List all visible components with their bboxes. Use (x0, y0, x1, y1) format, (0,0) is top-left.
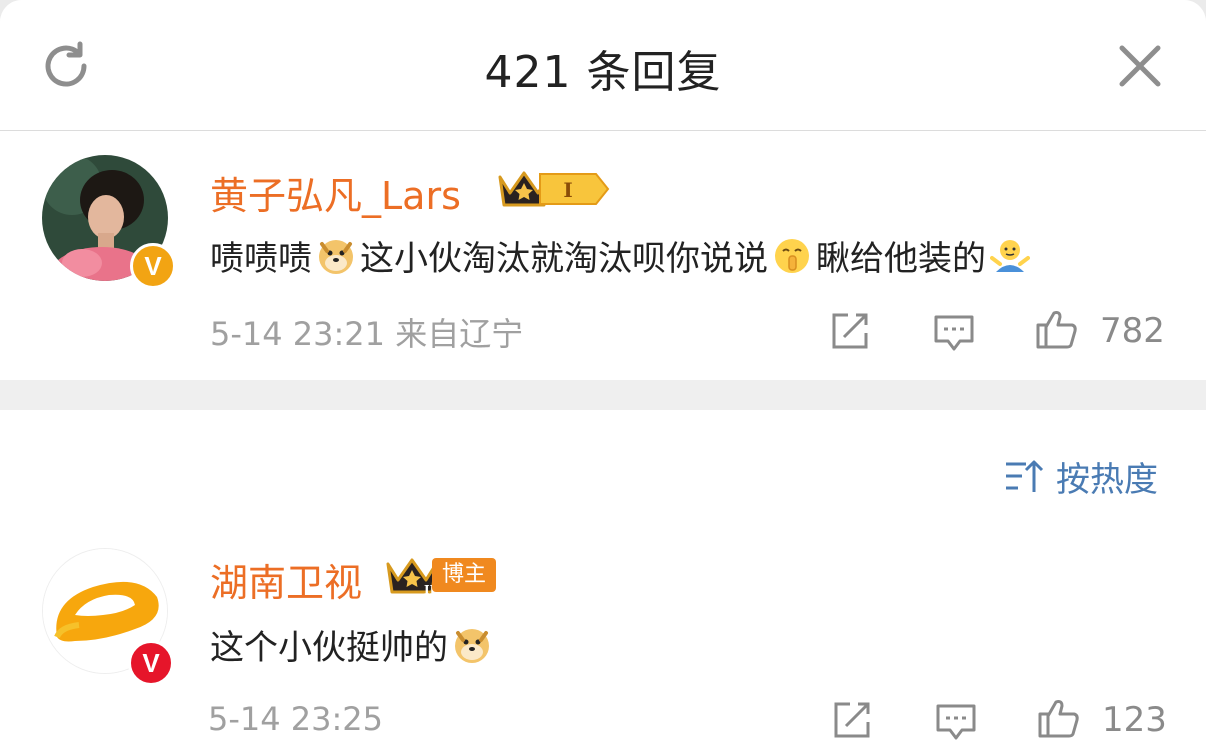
level-badge: I (539, 173, 610, 205)
sort-label: 按热度 (1056, 459, 1158, 500)
avatar[interactable]: V (42, 548, 174, 686)
comment-text-segment: 啧啧啧 (210, 239, 312, 279)
sort-by-hot-button[interactable]: 按热度 (1004, 454, 1158, 500)
doge-emoji-icon (455, 628, 489, 663)
comment-text-segment: 这小伙淘汰就淘汰呗你说说 (360, 239, 768, 279)
comment-meta: 5-14 23:25 (208, 700, 384, 738)
blogger-badge: 博主 (432, 558, 497, 592)
shrug-emoji-icon (990, 239, 1030, 272)
comment-text-segment: 瞅给他装的 (816, 239, 986, 279)
section-divider (0, 380, 1206, 410)
like-count: 123 (1102, 700, 1167, 740)
doge-emoji-icon (319, 239, 353, 274)
share-icon[interactable] (828, 309, 872, 353)
username[interactable]: 湖南卫视 (210, 552, 362, 607)
replies-sheet: 421 条回复 V 黄子弘凡_Lars I 啧啧啧 这小伙淘汰就淘汰呗你说说 瞅… (0, 0, 1206, 745)
like-icon[interactable] (1036, 696, 1080, 740)
comment-icon[interactable] (934, 700, 978, 744)
username[interactable]: 黄子弘凡_Lars (210, 165, 461, 220)
comment-text: 啧啧啧 这小伙淘汰就淘汰呗你说说 瞅给他装的 (210, 231, 1034, 280)
verified-badge-icon: V (130, 243, 176, 289)
shush-emoji-icon (775, 238, 809, 273)
avatar[interactable]: V (42, 155, 176, 289)
comment-text: 这个小伙挺帅的 (210, 620, 496, 669)
sort-icon (1006, 460, 1044, 492)
like-count: 782 (1100, 311, 1165, 351)
comment-text-segment: 这个小伙挺帅的 (210, 628, 448, 668)
comment-meta: 5-14 23:21 来自辽宁 (210, 315, 524, 353)
like-icon[interactable] (1034, 307, 1078, 351)
svg-text:I: I (563, 178, 572, 202)
page-title: 421 条回复 (484, 47, 722, 98)
verified-badge-icon: V (128, 640, 174, 686)
comment-item: V 湖南卫视 II 博主 这个小伙挺帅的 5-14 23:25 123 (0, 540, 1206, 745)
comment-icon[interactable] (932, 311, 976, 355)
comment-item: V 黄子弘凡_Lars I 啧啧啧 这小伙淘汰就淘汰呗你说说 瞅给他装的 5-1… (0, 131, 1206, 379)
share-icon[interactable] (830, 698, 874, 742)
sheet-header: 421 条回复 (0, 0, 1206, 131)
close-icon[interactable] (1114, 40, 1166, 92)
